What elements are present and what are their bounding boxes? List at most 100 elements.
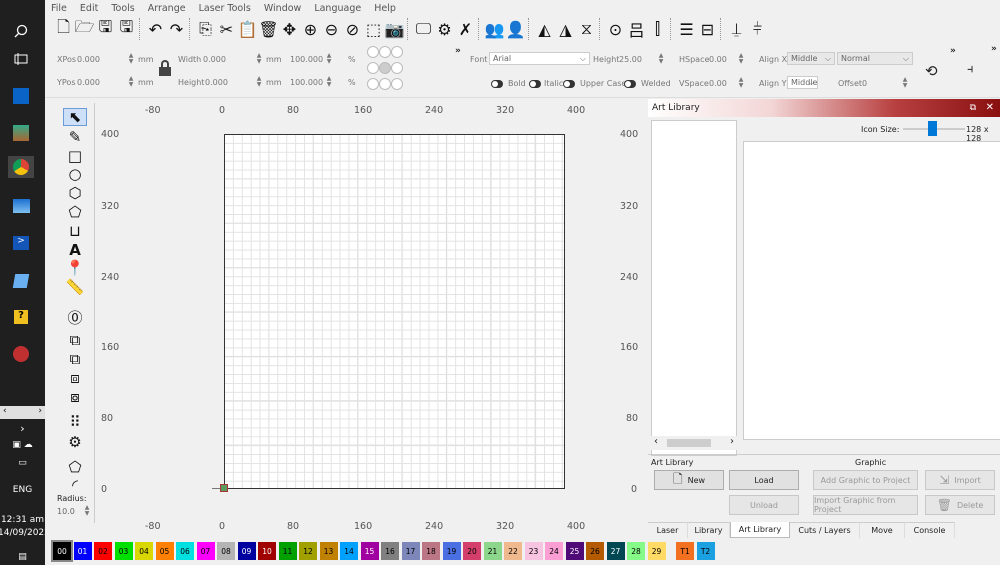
radius-spinner[interactable]: ▲ ▼ (83, 505, 91, 518)
corner-radius-icon[interactable]: ◜ (63, 476, 87, 494)
zoom-out-icon[interactable]: ⊖ (321, 18, 342, 40)
horizontal-scrollbar[interactable]: ‹ › (651, 436, 737, 450)
tab-art-library[interactable]: Art Library (730, 522, 790, 538)
xpos-spinner[interactable]: ▲ ▼ (127, 53, 135, 66)
flip-horizontal-icon[interactable]: ◭ (534, 18, 555, 40)
copy-icon[interactable]: ⎘ (195, 18, 216, 40)
color-swatch-26[interactable]: 26 (586, 542, 604, 560)
color-swatch-03[interactable]: 03 (114, 542, 133, 560)
notes-app-icon[interactable] (8, 270, 34, 292)
open-folder-icon[interactable]: 🗁 (74, 17, 95, 40)
library-list[interactable] (651, 120, 737, 456)
color-swatch-13[interactable]: 13 (319, 542, 338, 560)
workspace-canvas[interactable]: -80 0 80 160 240 320 400 -80 0 80 160 24… (96, 99, 641, 539)
zoom-fit-icon[interactable]: ⊘ (342, 18, 363, 40)
text-tool-icon[interactable]: A (63, 241, 87, 259)
grid-array-icon[interactable]: ⠿ (63, 413, 87, 431)
align-icon[interactable]: ⫞ (967, 62, 974, 77)
undo-icon[interactable]: ↶ (145, 18, 166, 40)
offset-tool-icon[interactable]: ⊔ (63, 222, 87, 240)
color-swatch-T2[interactable]: T2 (696, 542, 715, 560)
xpos-field[interactable]: 0.000 (77, 55, 100, 64)
distribute-h-icon[interactable]: ⊟ (697, 18, 718, 40)
powershell-app-icon[interactable]: > (8, 232, 34, 254)
circular-array-icon[interactable]: ⚙ (63, 433, 87, 451)
new-library-button[interactable]: 🗋 New (654, 470, 724, 490)
ypos-field[interactable]: 0.000 (77, 78, 100, 87)
delete-button[interactable]: 🗑 Delete (925, 495, 995, 515)
color-swatch-04[interactable]: 04 (135, 542, 153, 560)
vspace-field[interactable]: 0.00 (709, 79, 727, 88)
language-indicator[interactable]: ENG (0, 485, 45, 495)
help-app-icon[interactable]: ? (8, 306, 34, 328)
font-height-spinner[interactable]: ▲ ▼ (657, 53, 665, 66)
width-spinner[interactable]: ▲ ▼ (255, 53, 263, 66)
color-swatch-14[interactable]: 14 (340, 542, 358, 560)
color-swatch-05[interactable]: 05 (155, 542, 174, 560)
menu-edit[interactable]: Edit (80, 3, 98, 14)
lightburn-app-icon[interactable] (8, 343, 34, 365)
scroll-left-icon[interactable]: ‹ (3, 406, 7, 416)
menu-file[interactable]: File (51, 3, 67, 14)
scroll-right-icon[interactable]: › (38, 406, 42, 416)
align-center-icon[interactable]: 吕 (626, 18, 647, 40)
cut-icon[interactable]: ✂ (216, 18, 237, 40)
color-swatch-20[interactable]: 20 (463, 542, 481, 560)
save-as-icon[interactable]: 🖫 (116, 17, 137, 40)
move-icon[interactable]: ✥ (279, 18, 300, 40)
text-mode-select[interactable]: Normal ⌵ (837, 52, 913, 65)
boolean-intersect-icon[interactable]: ⧇ (63, 388, 87, 406)
hspace-field[interactable]: 0.00 (709, 55, 727, 64)
camera-icon[interactable]: 📷 (384, 18, 405, 40)
settings-icon[interactable]: ⚙ (434, 18, 455, 40)
search-icon[interactable] (8, 20, 34, 42)
color-swatch-15[interactable]: 15 (360, 542, 379, 560)
offset-field[interactable]: 0 (862, 79, 867, 88)
select-tool-icon[interactable]: ⬉ (63, 108, 87, 126)
new-file-icon[interactable]: 🗋 (53, 17, 74, 40)
color-swatch-29[interactable]: 29 (647, 542, 666, 560)
save-icon[interactable]: 🖫 (95, 17, 116, 40)
scale-y-field[interactable]: 100.000 (290, 78, 323, 87)
ellipse-tool-icon[interactable]: ○ (63, 165, 87, 183)
task-view-icon[interactable] (8, 48, 34, 70)
scroll-right-icon[interactable]: › (730, 436, 734, 447)
expand-icon-2[interactable]: » (950, 46, 956, 56)
color-swatch-24[interactable]: 24 (545, 542, 563, 560)
tab-tool-icon[interactable]: ⬠ (63, 458, 87, 476)
scroll-left-icon[interactable]: ‹ (654, 436, 658, 447)
tab-cuts-layers[interactable]: Cuts / Layers (790, 522, 860, 538)
tray-icons[interactable]: ▣ ☁ (0, 440, 45, 450)
align-top-icon[interactable]: ⍊ (726, 18, 747, 40)
align-y-select[interactable]: Middle ⌵ (787, 76, 819, 89)
font-height-field[interactable]: 25.00 (619, 55, 642, 64)
tab-library[interactable]: Library (688, 522, 730, 538)
zoom-selection-icon[interactable]: ⬚ (363, 18, 384, 40)
color-swatch-23[interactable]: 23 (524, 542, 543, 560)
center-icon[interactable]: ⊙ (605, 18, 626, 40)
height-field[interactable]: 0.000 (205, 78, 228, 87)
measure-tool-icon[interactable]: 📏 (63, 278, 87, 296)
tab-laser[interactable]: Laser (648, 522, 688, 538)
work-area-grid[interactable] (224, 134, 565, 489)
taskbar-scroll[interactable]: ‹ › (0, 406, 45, 419)
color-swatch-27[interactable]: 27 (606, 542, 625, 560)
bold-toggle-2[interactable] (529, 80, 541, 88)
import-button[interactable]: ⇲ Import (925, 470, 995, 490)
radius-field[interactable]: 10.0 (57, 507, 75, 516)
polygon-tool-icon[interactable]: ⬡ (63, 184, 87, 202)
italic-toggle[interactable] (563, 80, 575, 88)
lock-icon[interactable] (159, 60, 171, 76)
position-laser-icon[interactable]: 📍 (63, 259, 87, 277)
scale-x-field[interactable]: 100.000 (290, 55, 323, 64)
ypos-spinner[interactable]: ▲ ▼ (127, 76, 135, 89)
font-select[interactable]: Arial ⌵ (489, 52, 590, 65)
rotate-icon[interactable]: ⟲ (925, 62, 938, 80)
boolean-union-icon[interactable]: ⧉ (63, 350, 87, 368)
ungroup-icon[interactable]: 👤 (505, 18, 526, 40)
monitor-icon[interactable]: 🖵 (413, 18, 434, 40)
color-swatch-25[interactable]: 25 (565, 542, 584, 560)
pen-tool-icon[interactable]: ⬠ (63, 203, 87, 221)
offset-shapes-icon[interactable]: ⓪ (63, 308, 87, 327)
color-swatch-T1[interactable]: T1 (676, 542, 694, 560)
